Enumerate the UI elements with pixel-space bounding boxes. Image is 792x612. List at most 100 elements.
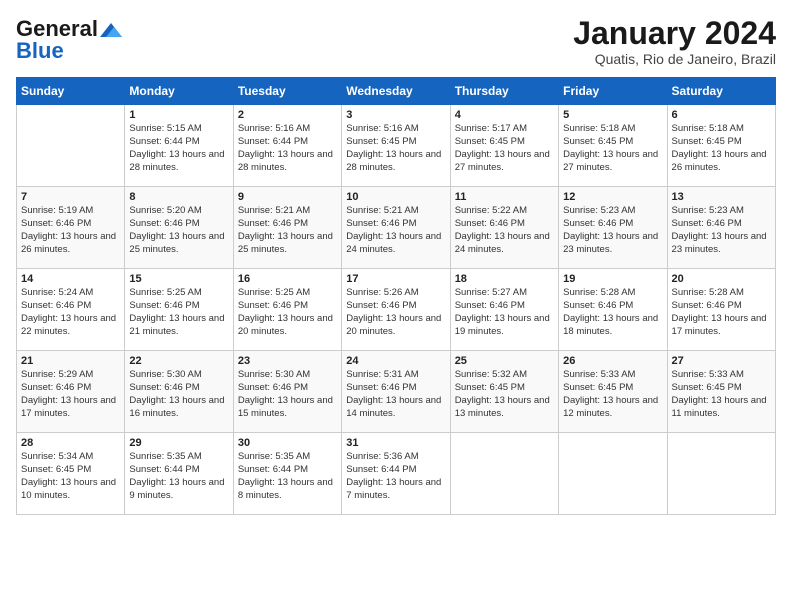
day-cell	[667, 433, 775, 515]
day-number: 11	[455, 191, 554, 203]
day-cell: 7 Sunrise: 5:19 AMSunset: 6:46 PMDayligh…	[17, 187, 125, 269]
day-number: 31	[346, 437, 445, 449]
day-cell: 14 Sunrise: 5:24 AMSunset: 6:46 PMDaylig…	[17, 269, 125, 351]
day-info: Sunrise: 5:18 AMSunset: 6:45 PMDaylight:…	[672, 123, 771, 174]
day-number: 27	[672, 355, 771, 367]
col-tuesday: Tuesday	[233, 78, 341, 105]
day-number: 5	[563, 109, 662, 121]
day-number: 4	[455, 109, 554, 121]
day-cell: 3 Sunrise: 5:16 AMSunset: 6:45 PMDayligh…	[342, 105, 450, 187]
day-cell: 12 Sunrise: 5:23 AMSunset: 6:46 PMDaylig…	[559, 187, 667, 269]
day-cell: 22 Sunrise: 5:30 AMSunset: 6:46 PMDaylig…	[125, 351, 233, 433]
day-cell: 28 Sunrise: 5:34 AMSunset: 6:45 PMDaylig…	[17, 433, 125, 515]
page-container: General Blue January 2024 Quatis, Rio de…	[0, 0, 792, 523]
day-info: Sunrise: 5:30 AMSunset: 6:46 PMDaylight:…	[238, 369, 337, 420]
day-number: 2	[238, 109, 337, 121]
day-number: 29	[129, 437, 228, 449]
day-number: 25	[455, 355, 554, 367]
day-info: Sunrise: 5:25 AMSunset: 6:46 PMDaylight:…	[129, 287, 228, 338]
day-info: Sunrise: 5:19 AMSunset: 6:46 PMDaylight:…	[21, 205, 120, 256]
day-cell: 16 Sunrise: 5:25 AMSunset: 6:46 PMDaylig…	[233, 269, 341, 351]
day-info: Sunrise: 5:33 AMSunset: 6:45 PMDaylight:…	[672, 369, 771, 420]
month-title: January 2024	[573, 16, 776, 51]
day-info: Sunrise: 5:15 AMSunset: 6:44 PMDaylight:…	[129, 123, 228, 174]
day-number: 14	[21, 273, 120, 285]
day-cell: 19 Sunrise: 5:28 AMSunset: 6:46 PMDaylig…	[559, 269, 667, 351]
day-number: 3	[346, 109, 445, 121]
day-info: Sunrise: 5:33 AMSunset: 6:45 PMDaylight:…	[563, 369, 662, 420]
day-info: Sunrise: 5:27 AMSunset: 6:46 PMDaylight:…	[455, 287, 554, 338]
day-info: Sunrise: 5:36 AMSunset: 6:44 PMDaylight:…	[346, 451, 445, 502]
day-info: Sunrise: 5:16 AMSunset: 6:45 PMDaylight:…	[346, 123, 445, 174]
header: General Blue January 2024 Quatis, Rio de…	[16, 16, 776, 67]
day-cell: 8 Sunrise: 5:20 AMSunset: 6:46 PMDayligh…	[125, 187, 233, 269]
day-info: Sunrise: 5:30 AMSunset: 6:46 PMDaylight:…	[129, 369, 228, 420]
col-wednesday: Wednesday	[342, 78, 450, 105]
header-row: Sunday Monday Tuesday Wednesday Thursday…	[17, 78, 776, 105]
day-info: Sunrise: 5:18 AMSunset: 6:45 PMDaylight:…	[563, 123, 662, 174]
day-info: Sunrise: 5:32 AMSunset: 6:45 PMDaylight:…	[455, 369, 554, 420]
day-info: Sunrise: 5:25 AMSunset: 6:46 PMDaylight:…	[238, 287, 337, 338]
day-cell: 27 Sunrise: 5:33 AMSunset: 6:45 PMDaylig…	[667, 351, 775, 433]
day-cell: 4 Sunrise: 5:17 AMSunset: 6:45 PMDayligh…	[450, 105, 558, 187]
day-number: 10	[346, 191, 445, 203]
day-info: Sunrise: 5:23 AMSunset: 6:46 PMDaylight:…	[563, 205, 662, 256]
col-monday: Monday	[125, 78, 233, 105]
week-row-3: 14 Sunrise: 5:24 AMSunset: 6:46 PMDaylig…	[17, 269, 776, 351]
day-number: 18	[455, 273, 554, 285]
week-row-4: 21 Sunrise: 5:29 AMSunset: 6:46 PMDaylig…	[17, 351, 776, 433]
day-info: Sunrise: 5:34 AMSunset: 6:45 PMDaylight:…	[21, 451, 120, 502]
day-cell: 10 Sunrise: 5:21 AMSunset: 6:46 PMDaylig…	[342, 187, 450, 269]
day-cell: 20 Sunrise: 5:28 AMSunset: 6:46 PMDaylig…	[667, 269, 775, 351]
day-cell: 25 Sunrise: 5:32 AMSunset: 6:45 PMDaylig…	[450, 351, 558, 433]
week-row-1: 1 Sunrise: 5:15 AMSunset: 6:44 PMDayligh…	[17, 105, 776, 187]
col-saturday: Saturday	[667, 78, 775, 105]
day-cell: 5 Sunrise: 5:18 AMSunset: 6:45 PMDayligh…	[559, 105, 667, 187]
day-cell: 31 Sunrise: 5:36 AMSunset: 6:44 PMDaylig…	[342, 433, 450, 515]
day-cell: 6 Sunrise: 5:18 AMSunset: 6:45 PMDayligh…	[667, 105, 775, 187]
day-info: Sunrise: 5:31 AMSunset: 6:46 PMDaylight:…	[346, 369, 445, 420]
day-number: 20	[672, 273, 771, 285]
day-number: 6	[672, 109, 771, 121]
day-cell: 29 Sunrise: 5:35 AMSunset: 6:44 PMDaylig…	[125, 433, 233, 515]
day-number: 22	[129, 355, 228, 367]
day-cell: 9 Sunrise: 5:21 AMSunset: 6:46 PMDayligh…	[233, 187, 341, 269]
day-number: 19	[563, 273, 662, 285]
day-number: 15	[129, 273, 228, 285]
day-cell	[450, 433, 558, 515]
day-info: Sunrise: 5:26 AMSunset: 6:46 PMDaylight:…	[346, 287, 445, 338]
day-cell: 2 Sunrise: 5:16 AMSunset: 6:44 PMDayligh…	[233, 105, 341, 187]
day-number: 26	[563, 355, 662, 367]
day-number: 7	[21, 191, 120, 203]
day-number: 24	[346, 355, 445, 367]
day-info: Sunrise: 5:35 AMSunset: 6:44 PMDaylight:…	[238, 451, 337, 502]
day-cell: 26 Sunrise: 5:33 AMSunset: 6:45 PMDaylig…	[559, 351, 667, 433]
day-cell: 18 Sunrise: 5:27 AMSunset: 6:46 PMDaylig…	[450, 269, 558, 351]
day-info: Sunrise: 5:29 AMSunset: 6:46 PMDaylight:…	[21, 369, 120, 420]
day-cell: 17 Sunrise: 5:26 AMSunset: 6:46 PMDaylig…	[342, 269, 450, 351]
day-number: 17	[346, 273, 445, 285]
day-info: Sunrise: 5:23 AMSunset: 6:46 PMDaylight:…	[672, 205, 771, 256]
calendar-table: Sunday Monday Tuesday Wednesday Thursday…	[16, 77, 776, 515]
day-cell: 21 Sunrise: 5:29 AMSunset: 6:46 PMDaylig…	[17, 351, 125, 433]
day-number: 28	[21, 437, 120, 449]
day-info: Sunrise: 5:20 AMSunset: 6:46 PMDaylight:…	[129, 205, 228, 256]
day-info: Sunrise: 5:21 AMSunset: 6:46 PMDaylight:…	[238, 205, 337, 256]
day-number: 12	[563, 191, 662, 203]
logo-icon	[100, 23, 122, 37]
day-number: 1	[129, 109, 228, 121]
day-info: Sunrise: 5:28 AMSunset: 6:46 PMDaylight:…	[672, 287, 771, 338]
day-number: 13	[672, 191, 771, 203]
day-cell: 11 Sunrise: 5:22 AMSunset: 6:46 PMDaylig…	[450, 187, 558, 269]
col-friday: Friday	[559, 78, 667, 105]
subtitle: Quatis, Rio de Janeiro, Brazil	[573, 51, 776, 67]
week-row-5: 28 Sunrise: 5:34 AMSunset: 6:45 PMDaylig…	[17, 433, 776, 515]
day-number: 21	[21, 355, 120, 367]
day-number: 30	[238, 437, 337, 449]
day-cell: 24 Sunrise: 5:31 AMSunset: 6:46 PMDaylig…	[342, 351, 450, 433]
day-cell: 23 Sunrise: 5:30 AMSunset: 6:46 PMDaylig…	[233, 351, 341, 433]
title-block: January 2024 Quatis, Rio de Janeiro, Bra…	[573, 16, 776, 67]
day-info: Sunrise: 5:28 AMSunset: 6:46 PMDaylight:…	[563, 287, 662, 338]
logo-blue: Blue	[16, 38, 64, 64]
day-number: 8	[129, 191, 228, 203]
